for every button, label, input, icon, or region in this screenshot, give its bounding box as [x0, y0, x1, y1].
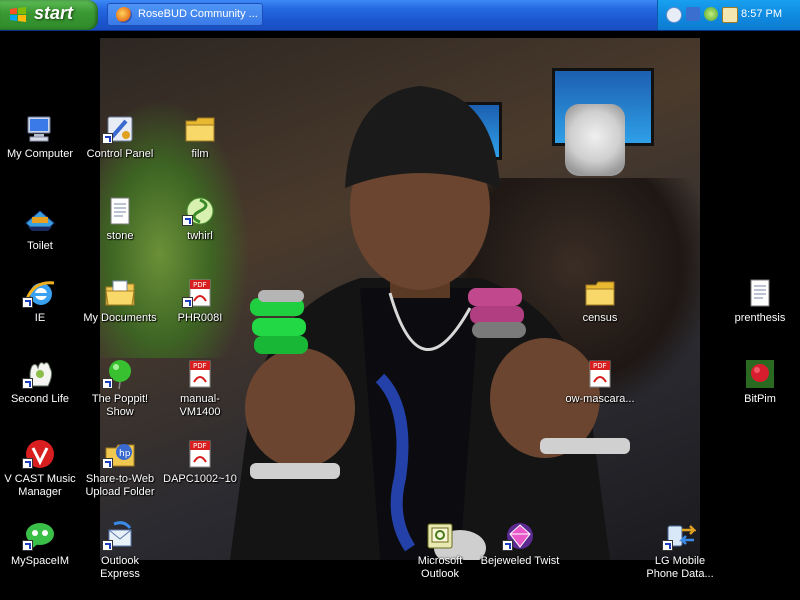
desktop-icon-my-documents[interactable]: My Documents [80, 277, 160, 347]
tray-network-icon[interactable] [686, 7, 700, 21]
shortcut-arrow-icon [662, 540, 673, 551]
icon-label: stone [106, 230, 134, 242]
svg-text:PDF: PDF [193, 442, 207, 450]
icon-label: Microsoft Outlook [417, 555, 463, 580]
start-button[interactable]: start [0, 0, 98, 30]
desktop-icon-lg-mobile[interactable]: LG Mobile Phone Data... [640, 520, 720, 590]
windows-flag-icon [10, 7, 26, 22]
desktop-icon-share-to-web[interactable]: hp Share-to-Web Upload Folder [80, 438, 160, 508]
my-documents-icon [105, 280, 135, 306]
desktop-icon-ie[interactable]: IE [0, 277, 80, 347]
tray-word-icon[interactable] [722, 7, 738, 23]
svg-text:PDF: PDF [193, 281, 207, 289]
desktop-icon-control-panel[interactable]: Control Panel [80, 113, 160, 183]
icon-label: twhirl [187, 230, 213, 242]
outlook-icon [427, 523, 453, 549]
pdf-icon: PDF [189, 360, 211, 388]
shortcut-arrow-icon [22, 378, 33, 389]
icon-label: ow-mascara... [565, 393, 635, 405]
tray-back-icon[interactable] [666, 7, 682, 23]
icon-label: census [582, 312, 618, 324]
icon-label: DAPC1002~10 [163, 473, 237, 485]
desktop-icon-twhirl[interactable]: twhirl [160, 195, 240, 265]
desktop-icon-phr008i[interactable]: PDF PHR008I [160, 277, 240, 347]
folder-icon [585, 281, 615, 306]
folder-icon [185, 117, 215, 142]
icon-label: Bejeweled Twist [480, 555, 560, 567]
shortcut-arrow-icon [102, 133, 113, 144]
icon-label: MySpaceIM [10, 555, 70, 567]
icon-label: My Documents [83, 312, 157, 324]
icon-label: LG Mobile Phone Data... [646, 555, 714, 580]
desktop-icon-stone[interactable]: stone [80, 195, 160, 265]
desktop-icon-my-computer[interactable]: My Computer [0, 113, 80, 183]
tray-twhirl-icon[interactable] [704, 7, 718, 21]
icon-label: film [191, 148, 209, 160]
start-label: start [34, 3, 74, 23]
text-document-icon [750, 279, 770, 307]
icon-label: My Computer [6, 148, 74, 160]
pdf-icon: PDF [189, 440, 211, 468]
icon-label: The Poppit! Show [91, 393, 149, 418]
desktop-icon-bitpim[interactable]: BitPim [720, 358, 800, 428]
icon-label: Second Life [10, 393, 70, 405]
toilet-icon [25, 210, 55, 231]
shortcut-arrow-icon [22, 458, 33, 469]
desktop-icon-bejeweled[interactable]: Bejeweled Twist [480, 520, 560, 590]
icon-label: manual-VM1400 [179, 393, 221, 418]
icon-label: Outlook Express [100, 555, 140, 580]
pdf-icon: PDF [589, 360, 611, 388]
shortcut-arrow-icon [22, 540, 33, 551]
icon-label: prenthesis [734, 312, 786, 324]
desktop-icon-vcast[interactable]: V CAST Music Manager [0, 438, 80, 508]
icon-label: PHR008I [177, 312, 223, 324]
desktop-icon-myspaceim[interactable]: MySpaceIM [0, 520, 80, 590]
icon-label: Control Panel [86, 148, 154, 160]
icon-label: IE [34, 312, 46, 324]
shortcut-arrow-icon [102, 458, 113, 469]
desktop-icon-microsoft-outlook[interactable]: Microsoft Outlook [400, 520, 480, 590]
my-computer-icon [27, 116, 51, 142]
icon-label: BitPim [744, 393, 776, 405]
bitpim-icon [746, 360, 774, 388]
shortcut-arrow-icon [102, 540, 113, 551]
text-document-icon [110, 197, 130, 225]
shortcut-arrow-icon [22, 297, 33, 308]
clock: 8:57 PM [741, 8, 782, 20]
task-label: RoseBUD Community ... [138, 8, 258, 20]
shortcut-arrow-icon [182, 297, 193, 308]
svg-text:PDF: PDF [593, 362, 607, 370]
desktop-icon-ow-mascara[interactable]: PDF ow-mascara... [560, 358, 640, 428]
desktop-icon-prenthesis[interactable]: prenthesis [720, 277, 800, 347]
desktop-icon-film[interactable]: film [160, 113, 240, 183]
desktop-icon-manual-vm1400[interactable]: PDF manual-VM1400 [160, 358, 240, 428]
svg-text:PDF: PDF [193, 362, 207, 370]
desktop-icon-toilet[interactable]: Toilet [0, 205, 80, 275]
icon-label: Share-to-Web Upload Folder [85, 473, 155, 498]
desktop-icon-census[interactable]: census [560, 277, 640, 347]
system-tray: 8:57 PM [657, 0, 800, 30]
shortcut-arrow-icon [102, 378, 113, 389]
icon-label: V CAST Music Manager [4, 473, 76, 498]
desktop-icon-outlook-express[interactable]: Outlook Express [80, 520, 160, 590]
taskbar: start RoseBUD Community ... 8:57 PM [0, 0, 800, 31]
desktop-icon-dapc1002[interactable]: PDF DAPC1002~10 [160, 438, 240, 508]
desktop-icon-second-life[interactable]: Second Life [0, 358, 80, 428]
icon-label: Toilet [27, 240, 53, 252]
taskbar-task-rosebud[interactable]: RoseBUD Community ... [107, 3, 263, 26]
desktop-icon-poppit[interactable]: The Poppit! Show [80, 358, 160, 428]
shortcut-arrow-icon [502, 540, 513, 551]
firefox-icon [116, 7, 132, 23]
shortcut-arrow-icon [182, 215, 193, 226]
svg-text:hp: hp [119, 449, 131, 459]
